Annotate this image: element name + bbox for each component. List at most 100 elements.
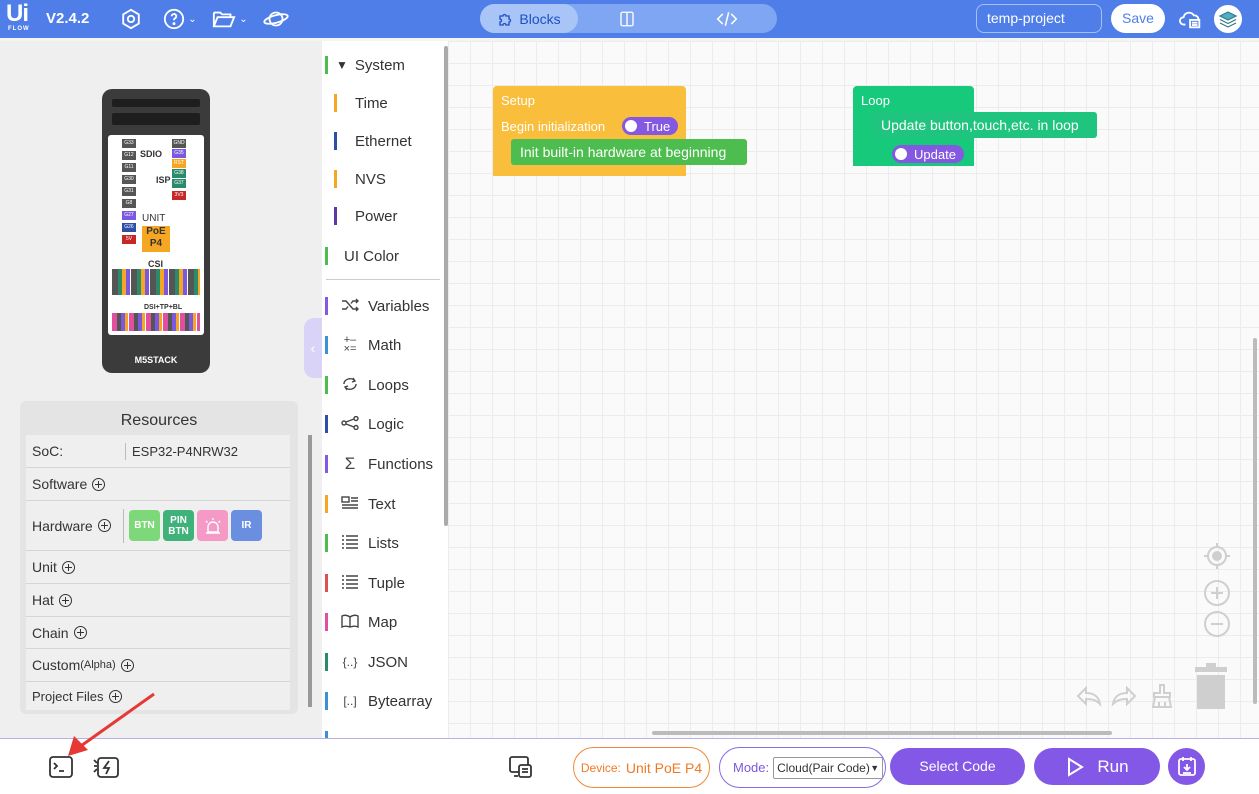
logic-icon: [340, 415, 360, 433]
device-selector[interactable]: Device: Unit PoE P4: [573, 747, 710, 788]
update-loop-block[interactable]: Update button,touch,etc. in loop: [872, 112, 1097, 138]
zoom-out-icon[interactable]: [1202, 609, 1232, 639]
category-lists[interactable]: Lists: [322, 529, 448, 557]
hat-row[interactable]: Hat: [26, 584, 290, 617]
category-ui-color[interactable]: UI Color: [322, 242, 448, 270]
workspace-vertical-scrollbar[interactable]: [1253, 338, 1257, 704]
setup-block[interactable]: Setup Begin initialization True Init bui…: [493, 86, 747, 176]
device-pinout: G33 G12 G11 G30 G31 G8 G27 G26 5V SDIO I…: [108, 135, 204, 335]
category-label: Variables: [368, 297, 430, 315]
soc-value: ESP32-P4NRW32: [132, 443, 238, 459]
collapse-panel-button[interactable]: ‹: [304, 318, 322, 378]
alarm-light-icon: [205, 517, 220, 534]
hat-label: Hat: [32, 592, 54, 608]
device-manager-icon[interactable]: [507, 754, 535, 780]
add-hat-icon[interactable]: [58, 593, 72, 607]
loop-icon: [340, 376, 360, 395]
category-json[interactable]: {..} JSON: [322, 648, 448, 676]
category-cutoff[interactable]: [322, 726, 448, 738]
hardware-chip-pin-btn[interactable]: PIN BTN: [163, 510, 194, 541]
category-tuple[interactable]: Tuple: [322, 569, 448, 597]
add-hardware-icon[interactable]: [97, 519, 111, 532]
category-functions[interactable]: Σ Functions: [322, 450, 448, 478]
category-divider: [326, 279, 440, 280]
select-code-button[interactable]: Select Code: [890, 748, 1025, 785]
chain-row[interactable]: Chain: [26, 617, 290, 649]
planet-icon[interactable]: [262, 6, 290, 32]
unit-row[interactable]: Unit: [26, 551, 290, 584]
category-math[interactable]: +– ×= Math: [322, 331, 448, 359]
project-name-input[interactable]: temp-project: [976, 4, 1102, 33]
init-hardware-block[interactable]: Init built-in hardware at beginning: [511, 139, 747, 165]
folder-menu[interactable]: ⌄: [209, 6, 251, 32]
category-label: Power: [355, 207, 398, 225]
hardware-row[interactable]: Hardware BTN PIN BTN IR: [26, 501, 290, 551]
bottom-bar: Device: Unit PoE P4 Mode: Cloud(Pair Cod…: [0, 738, 1259, 794]
category-bytearray[interactable]: [..] Bytearray: [322, 687, 448, 715]
category-label: Math: [368, 336, 402, 354]
category-map[interactable]: Map: [322, 608, 448, 636]
bytearray-icon: [..]: [343, 694, 357, 708]
setup-title: Setup: [501, 93, 535, 108]
category-logic[interactable]: Logic: [322, 410, 448, 438]
custom-alpha-label: (Alpha): [80, 659, 116, 671]
loop-title: Loop: [861, 93, 890, 108]
category-label: Map: [368, 613, 398, 631]
tab-split[interactable]: [578, 4, 676, 33]
cloud-upload-icon[interactable]: [1178, 6, 1204, 32]
zoom-in-icon[interactable]: [1202, 578, 1232, 608]
help-menu[interactable]: ⌄: [160, 6, 200, 32]
category-time[interactable]: Time: [322, 89, 448, 117]
hardware-chip-btn[interactable]: BTN: [129, 510, 160, 541]
book-icon: [340, 614, 360, 631]
run-button[interactable]: Run: [1034, 748, 1160, 785]
puzzle-icon: [499, 13, 512, 26]
list-icon: [340, 574, 360, 592]
add-software-icon[interactable]: [92, 477, 106, 491]
add-chain-icon[interactable]: [73, 626, 87, 639]
mode-select[interactable]: Cloud(Pair Code) ▼: [773, 756, 884, 779]
hardware-chip-ir[interactable]: IR: [231, 510, 262, 541]
triangle-down-icon: ▼: [336, 58, 348, 72]
custom-row[interactable]: Custom (Alpha): [26, 649, 290, 682]
software-row[interactable]: Software: [26, 468, 290, 501]
uiflow-logo: Ui FLOW: [6, 0, 42, 35]
cleanup-broom-icon[interactable]: [1148, 681, 1176, 711]
redo-icon[interactable]: [1110, 681, 1138, 711]
tab-code[interactable]: [676, 4, 777, 33]
category-system[interactable]: ▼ System: [322, 51, 448, 79]
version-label: V2.4.2: [46, 10, 90, 27]
user-avatar[interactable]: [1214, 5, 1242, 33]
undo-icon[interactable]: [1075, 681, 1103, 711]
add-custom-icon[interactable]: [120, 658, 134, 672]
category-power[interactable]: Power: [322, 202, 448, 230]
category-ethernet[interactable]: Ethernet: [322, 127, 448, 155]
settings-icon[interactable]: [118, 6, 144, 32]
download-button[interactable]: [1168, 748, 1205, 785]
category-label: Bytearray: [368, 692, 433, 710]
text-icon: [340, 495, 360, 513]
loop-update-toggle[interactable]: Update: [892, 145, 964, 163]
category-label: Tuple: [368, 574, 405, 592]
category-label: System: [354, 56, 405, 74]
blocks-workspace[interactable]: Setup Begin initialization True Init bui…: [448, 41, 1259, 738]
loop-block[interactable]: Loop Update button,touch,etc. in loop Up…: [853, 86, 1097, 166]
logo-text: Ui: [6, 0, 29, 27]
hardware-chip-alarm[interactable]: [197, 510, 228, 541]
category-text[interactable]: Text: [322, 490, 448, 518]
workspace-horizontal-scrollbar[interactable]: [652, 731, 1112, 735]
mode-label: Mode:: [733, 760, 770, 775]
trash-icon[interactable]: [1188, 659, 1234, 713]
mode-selector: Mode: Cloud(Pair Code) ▼: [719, 747, 886, 788]
recenter-icon[interactable]: [1202, 541, 1232, 571]
category-variables[interactable]: Variables: [322, 292, 448, 320]
save-button[interactable]: Save: [1111, 4, 1165, 33]
resources-scrollbar[interactable]: [308, 435, 312, 707]
chevron-left-icon: ‹: [310, 340, 316, 356]
category-nvs[interactable]: NVS: [322, 165, 448, 193]
add-unit-icon[interactable]: [61, 560, 75, 574]
category-loops[interactable]: Loops: [322, 371, 448, 399]
setup-true-toggle[interactable]: True: [622, 117, 679, 135]
tab-blocks[interactable]: Blocks: [480, 4, 578, 33]
category-label: Lists: [368, 534, 399, 552]
